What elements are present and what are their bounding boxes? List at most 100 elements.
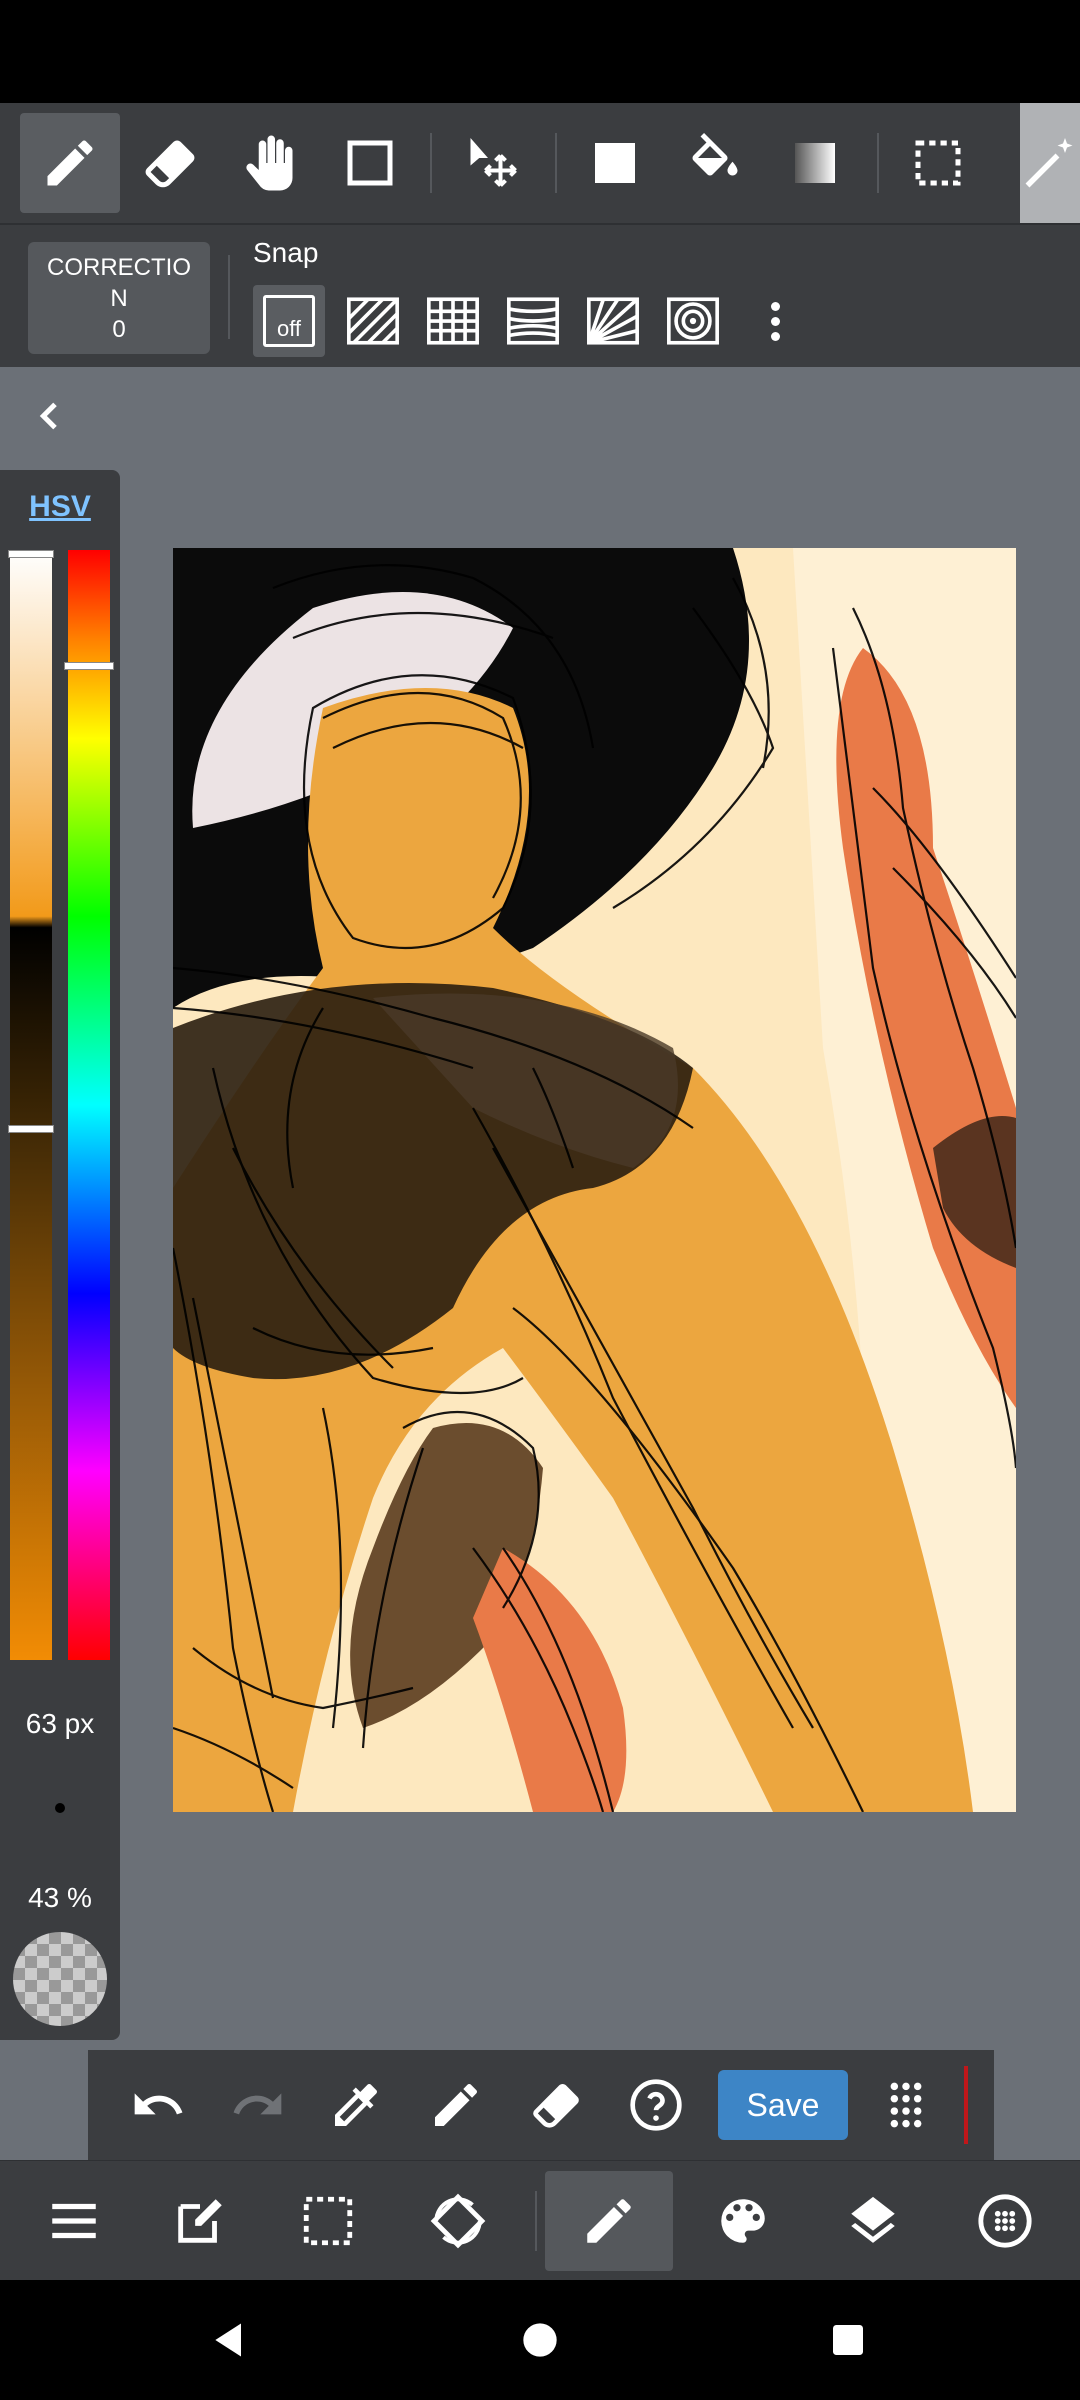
bottom-bar (0, 2160, 1080, 2280)
gradient-tool-button[interactable] (765, 113, 865, 213)
toolbar-divider (877, 133, 879, 193)
snap-off-button[interactable]: off (253, 285, 325, 357)
recents-square-icon (833, 2325, 863, 2355)
snap-concentric-button[interactable] (657, 285, 729, 357)
opacity-label[interactable]: 43 % (0, 1882, 120, 1914)
correction-label: CORRECTIO N (47, 254, 191, 312)
back-triangle-icon (215, 2323, 241, 2357)
saturation-value-slider[interactable] (10, 550, 52, 1660)
magic-wand-tool-button[interactable] (1020, 103, 1080, 223)
hand-icon (246, 135, 293, 191)
brush-size-label[interactable]: 63 px (0, 1708, 120, 1740)
status-bar (0, 0, 1080, 103)
eraser-icon (533, 2083, 579, 2128)
recents-button[interactable] (818, 2310, 878, 2370)
settings-button[interactable] (955, 2171, 1055, 2271)
correction-value: 0 (112, 316, 126, 343)
quick-eraser-button[interactable] (516, 2065, 596, 2145)
snap-perspective-lines-button[interactable] (497, 285, 569, 357)
menu-icon (52, 2203, 96, 2239)
grid-menu-icon (890, 2082, 922, 2128)
tool-bar (0, 103, 1080, 223)
back-button[interactable] (200, 2310, 260, 2370)
eraser-icon (145, 140, 195, 188)
eyedropper-button[interactable] (316, 2065, 396, 2145)
move-icon (470, 138, 517, 187)
toolbar-divider (430, 133, 432, 193)
saturation-slider-handle[interactable] (8, 550, 54, 558)
snap-parallel-button[interactable] (337, 285, 409, 357)
bottom-bar-divider (535, 2191, 537, 2251)
snap-radial-icon (587, 297, 639, 345)
drawing-canvas[interactable] (173, 548, 1016, 1812)
quick-pen-button[interactable] (416, 2065, 496, 2145)
system-navigation-bar (0, 2280, 1080, 2400)
snap-off-text: off (276, 316, 302, 341)
save-button[interactable]: Save (718, 2070, 848, 2140)
help-button[interactable] (616, 2065, 696, 2145)
redo-button[interactable] (218, 2065, 298, 2145)
magic-wand-icon (1025, 138, 1073, 188)
chevron-left-icon (39, 402, 57, 430)
snap-radial-button[interactable] (577, 285, 649, 357)
hue-slider[interactable] (68, 550, 110, 1660)
correction-button[interactable]: CORRECTIO N 0 (28, 242, 210, 354)
palette-button[interactable] (693, 2171, 793, 2271)
color-panel: HSV 63 px 43 % (0, 470, 120, 2040)
snap-more-button[interactable] (760, 285, 790, 357)
brush-button[interactable] (545, 2171, 673, 2271)
transform-button[interactable] (408, 2171, 508, 2271)
undo-button[interactable] (118, 2065, 198, 2145)
transform-icon (430, 2193, 486, 2249)
palette-icon (721, 2199, 765, 2243)
toolbar-divider (555, 133, 557, 193)
gradient-icon (795, 143, 835, 183)
snap-label: Snap (253, 237, 319, 268)
fill-square-icon (595, 143, 635, 183)
rectangle-shape-icon (347, 140, 393, 186)
hand-tool-button[interactable] (220, 113, 320, 213)
pen-icon (47, 140, 93, 186)
artwork (173, 548, 1016, 1812)
edit-button[interactable] (150, 2171, 250, 2271)
pen-tool-button[interactable] (20, 113, 120, 213)
snap-concentric-icon (667, 297, 719, 345)
bucket-tool-button[interactable] (665, 113, 765, 213)
bucket-icon (692, 133, 738, 176)
select-icon (915, 140, 961, 186)
eraser-tool-button[interactable] (120, 113, 220, 213)
snap-grid-button[interactable] (417, 285, 489, 357)
edit-icon (178, 2199, 222, 2243)
settings-icon (978, 2194, 1032, 2248)
select-tool-button[interactable] (888, 113, 988, 213)
undo-icon (134, 2093, 183, 2115)
menu-button[interactable] (24, 2171, 124, 2271)
dot-icon (770, 301, 780, 311)
layers-button[interactable] (823, 2171, 923, 2271)
snap-parallel-icon (347, 297, 399, 345)
hue-slider-handle[interactable] (64, 662, 114, 670)
snap-perspective-lines-icon (507, 297, 559, 345)
selection-button[interactable] (278, 2171, 378, 2271)
help-icon (630, 2079, 682, 2131)
fill-tool-button[interactable] (565, 113, 665, 213)
shape-tool-button[interactable] (320, 113, 420, 213)
eyedropper-icon (335, 2083, 378, 2126)
collapse-panel-button[interactable] (22, 388, 78, 444)
quick-access-bar: Save (88, 2050, 994, 2160)
dot-icon (770, 331, 780, 341)
layers-icon (851, 2196, 895, 2243)
opacity-preview[interactable] (13, 1932, 107, 2026)
subbar-divider (228, 255, 230, 339)
dot-icon (770, 316, 780, 326)
grid-menu-button[interactable] (866, 2065, 946, 2145)
color-mode-toggle[interactable]: HSV (0, 490, 120, 524)
value-slider-handle[interactable] (8, 1125, 54, 1133)
home-circle-icon (523, 2323, 557, 2357)
home-button[interactable] (510, 2310, 570, 2370)
move-tool-button[interactable] (443, 113, 543, 213)
pen-icon (435, 2083, 478, 2126)
snap-off-icon: off (263, 295, 315, 347)
snap-grid-icon (427, 297, 479, 345)
selection-icon (303, 2196, 353, 2246)
